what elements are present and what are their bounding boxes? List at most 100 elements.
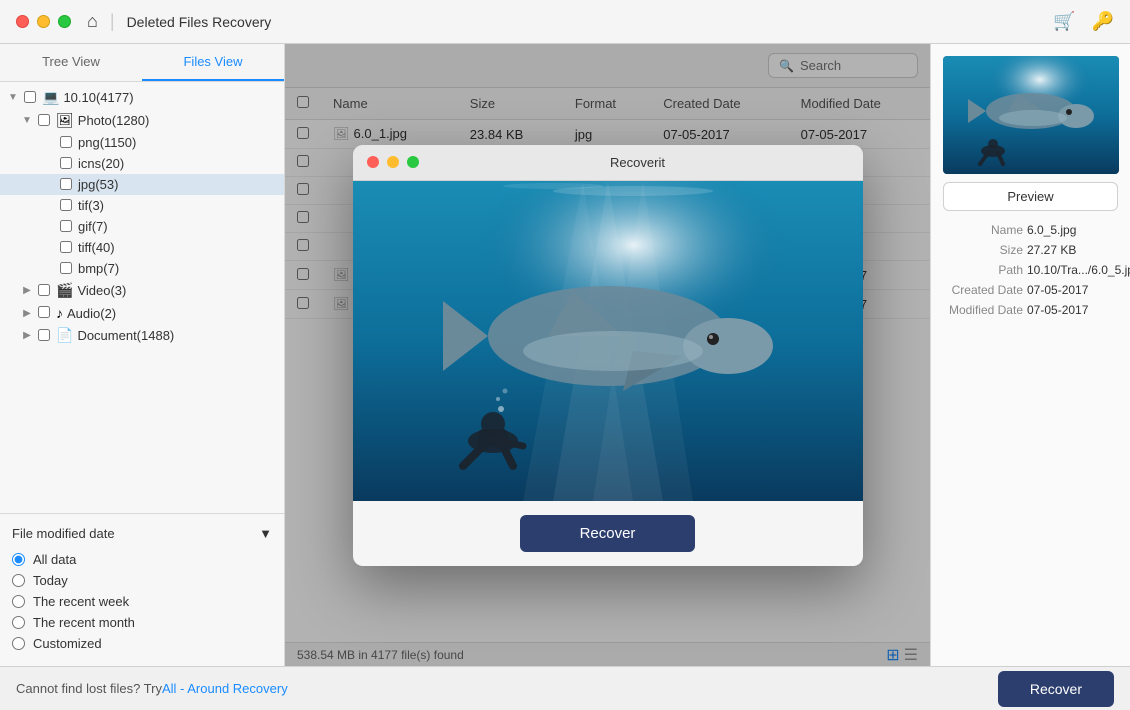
tree-item[interactable]: ▶ ♪ Audio(2) — [0, 302, 284, 324]
filter-toggle-icon[interactable]: ▼ — [259, 526, 272, 541]
filter-radio-custom[interactable] — [12, 637, 25, 650]
filter-title[interactable]: File modified date ▼ — [12, 522, 272, 545]
tree-item-label: tif(3) — [78, 198, 104, 213]
tree-toggle-placeholder — [42, 136, 56, 150]
meta-size-label: Size — [943, 243, 1023, 257]
tree-item-label: Document(1488) — [77, 328, 174, 343]
modal-titlebar: Recoverit — [353, 145, 863, 181]
tree-checkbox[interactable] — [60, 220, 74, 234]
key-icon[interactable]: 🔑 — [1092, 11, 1114, 32]
tree-checkbox[interactable] — [60, 241, 74, 255]
minimize-button[interactable] — [37, 15, 50, 28]
meta-created-value: 07-05-2017 — [1027, 283, 1088, 297]
tree-toggle-icon[interactable]: ▶ — [20, 306, 34, 320]
tree-item[interactable]: ▶ 🎬 Video(3) — [0, 279, 284, 302]
tab-tree-view[interactable]: Tree View — [0, 44, 142, 81]
modal-title: Recoverit — [427, 155, 849, 170]
traffic-lights — [16, 15, 71, 28]
tree-item[interactable]: icns(20) — [0, 153, 284, 174]
filter-section: File modified date ▼ All data Today The … — [0, 513, 284, 666]
tree-item[interactable]: tiff(40) — [0, 237, 284, 258]
main-layout: Tree View Files View ▼ 💻 10.10(4177) ▼ 🖼 — [0, 44, 1130, 666]
tree-toggle-icon[interactable]: ▶ — [20, 284, 34, 298]
filter-option-today[interactable]: Today — [12, 570, 272, 591]
filter-options: All data Today The recent week The recen… — [12, 545, 272, 658]
preview-thumbnail-svg — [943, 56, 1119, 174]
meta-size-value: 27.27 KB — [1027, 243, 1076, 257]
modal-minimize-button[interactable] — [387, 156, 399, 168]
tree-item[interactable]: bmp(7) — [0, 258, 284, 279]
preview-button[interactable]: Preview — [943, 182, 1118, 211]
tree-item-label: icns(20) — [78, 156, 124, 171]
cart-icon[interactable]: 🛒 — [1053, 11, 1075, 32]
recover-button[interactable]: Recover — [998, 671, 1114, 707]
tree-checkbox[interactable] — [38, 284, 52, 298]
tree-checkbox[interactable] — [38, 114, 52, 128]
sidebar: Tree View Files View ▼ 💻 10.10(4177) ▼ 🖼 — [0, 44, 285, 666]
filter-option-month[interactable]: The recent month — [12, 612, 272, 633]
tree-checkbox[interactable] — [24, 91, 38, 105]
sidebar-tabs: Tree View Files View — [0, 44, 284, 82]
audio-icon: ♪ — [56, 305, 63, 321]
filter-radio-all[interactable] — [12, 553, 25, 566]
tree-item[interactable]: ▼ 🖼 Photo(1280) — [0, 109, 284, 132]
tree-item-label: Audio(2) — [67, 306, 116, 321]
filter-radio-week[interactable] — [12, 595, 25, 608]
tree-checkbox[interactable] — [60, 178, 74, 192]
tree-toggle-icon[interactable]: ▶ — [20, 329, 34, 343]
tree-toggle-placeholder — [42, 262, 56, 276]
tree-item[interactable]: tif(3) — [0, 195, 284, 216]
tree-item-label: png(1150) — [78, 135, 136, 150]
meta-name-row: Name 6.0_5.jpg — [943, 223, 1118, 237]
preview-image — [943, 56, 1119, 174]
modal-preview-image — [353, 181, 863, 501]
tree-item-selected[interactable]: jpg(53) — [0, 174, 284, 195]
titlebar: ⌂ | Deleted Files Recovery 🛒 🔑 — [0, 0, 1130, 44]
filter-radio-month[interactable] — [12, 616, 25, 629]
tree-item[interactable]: ▶ 📄 Document(1488) — [0, 324, 284, 347]
meta-modified-value: 07-05-2017 — [1027, 303, 1088, 317]
tree-item-label: Photo(1280) — [78, 113, 150, 128]
document-icon: 📄 — [56, 327, 73, 344]
tree-item-label: tiff(40) — [78, 240, 115, 255]
tree-checkbox[interactable] — [38, 329, 52, 343]
tree-item[interactable]: gif(7) — [0, 216, 284, 237]
modal-footer: Recover — [353, 501, 863, 566]
tree-checkbox[interactable] — [60, 199, 74, 213]
content-area: 🔍 Name Size Format Created Date Modified… — [285, 44, 930, 666]
tree-checkbox[interactable] — [38, 306, 52, 320]
separator: | — [110, 11, 115, 32]
computer-icon: 💻 — [42, 89, 59, 106]
tab-files-view[interactable]: Files View — [142, 44, 284, 81]
filter-radio-today[interactable] — [12, 574, 25, 587]
tree-toggle-placeholder — [42, 199, 56, 213]
filter-option-week[interactable]: The recent week — [12, 591, 272, 612]
video-icon: 🎬 — [56, 282, 73, 299]
modal-maximize-button[interactable] — [407, 156, 419, 168]
tree-checkbox[interactable] — [60, 136, 74, 150]
maximize-button[interactable] — [58, 15, 71, 28]
tree-item-label: gif(7) — [78, 219, 108, 234]
tree-item[interactable]: ▼ 💻 10.10(4177) — [0, 86, 284, 109]
modal-recover-button[interactable]: Recover — [520, 515, 696, 552]
file-tree: ▼ 💻 10.10(4177) ▼ 🖼 Photo(1280) — [0, 82, 284, 513]
meta-created-row: Created Date 07-05-2017 — [943, 283, 1118, 297]
tree-toggle-icon[interactable]: ▼ — [20, 114, 34, 128]
filter-option-all[interactable]: All data — [12, 549, 272, 570]
around-recovery-link[interactable]: All - Around Recovery — [162, 681, 288, 696]
meta-modified-row: Modified Date 07-05-2017 — [943, 303, 1118, 317]
filter-option-label: The recent month — [33, 615, 135, 630]
filter-option-custom[interactable]: Customized — [12, 633, 272, 654]
tree-checkbox[interactable] — [60, 157, 74, 171]
modal-close-button[interactable] — [367, 156, 379, 168]
tree-item-label: Video(3) — [77, 283, 126, 298]
close-button[interactable] — [16, 15, 29, 28]
tree-toggle-icon[interactable]: ▼ — [6, 91, 20, 105]
bottom-bar: Cannot find lost files? Try All - Around… — [0, 666, 1130, 710]
tree-checkbox[interactable] — [60, 262, 74, 276]
titlebar-icons: 🛒 🔑 — [1053, 11, 1114, 32]
preview-panel: Preview Name 6.0_5.jpg Size 27.27 KB Pat… — [930, 44, 1130, 666]
tree-item[interactable]: png(1150) — [0, 132, 284, 153]
modal-overlay: Recoverit — [285, 44, 930, 666]
home-icon[interactable]: ⌂ — [87, 11, 98, 32]
